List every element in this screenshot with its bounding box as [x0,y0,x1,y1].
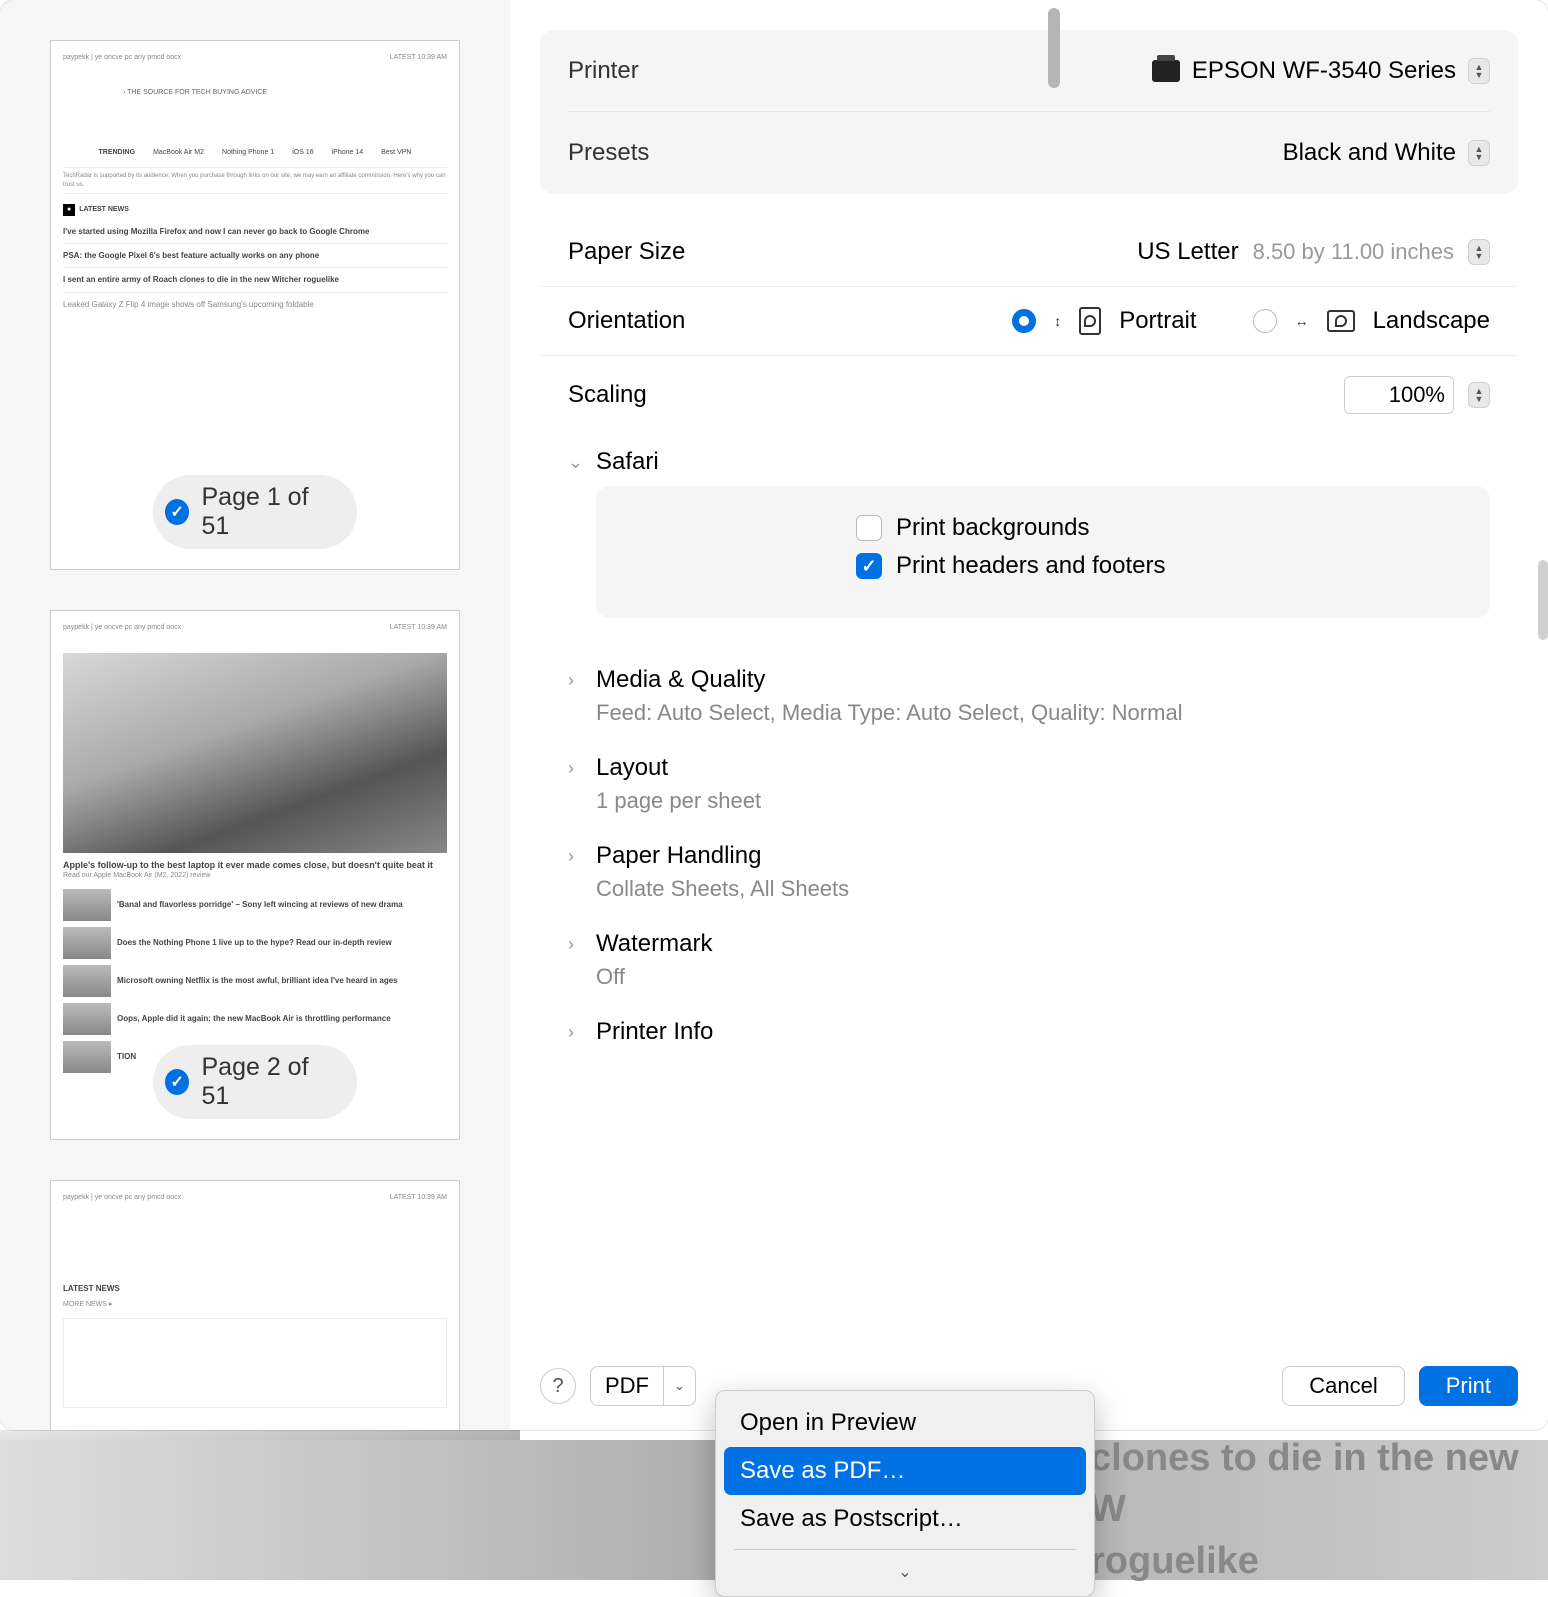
page-1-label: Page 1 of 51 [201,483,335,541]
check-icon [165,499,189,525]
orientation-row: Orientation ↕ Portrait ↔ Landscape [540,287,1518,356]
print-button[interactable]: Print [1419,1366,1518,1406]
paper-size-row: Paper Size US Letter 8.50 by 11.00 inche… [540,218,1518,287]
pdf-button-label: PDF [591,1373,663,1399]
media-quality-section[interactable]: ›Media & Quality Feed: Auto Select, Medi… [540,652,1518,740]
menu-divider [734,1549,1076,1550]
scaling-stepper[interactable]: ▲▼ [1468,382,1490,408]
portrait-label: Portrait [1119,307,1196,335]
preview-sidebar: paypekk | ye oncve pc any pmcd oocxLATES… [0,0,510,1430]
portrait-radio[interactable] [1012,309,1036,333]
chevron-right-icon: › [568,846,586,867]
top-panel: Printer EPSON WF-3540 Series ▲▼ Presets … [540,30,1518,194]
print-headers-footers-label: Print headers and footers [896,552,1166,580]
landscape-label: Landscape [1373,307,1490,335]
menu-more-chevron[interactable]: ⌄ [724,1556,1086,1588]
landscape-radio[interactable] [1253,309,1277,333]
page-1-badge: Page 1 of 51 [153,475,357,549]
print-backgrounds-checkbox[interactable] [856,515,882,541]
printer-info-section[interactable]: ›Printer Info [540,1004,1518,1060]
main-scrollbar-thumb[interactable] [1538,560,1548,640]
safari-section-header[interactable]: ⌄ Safari [568,448,1490,476]
scaling-input[interactable]: 100% [1344,376,1454,414]
printer-row: Printer EPSON WF-3540 Series ▲▼ [568,30,1490,112]
presets-select-arrows[interactable]: ▲▼ [1468,140,1490,166]
safari-section: ⌄ Safari Print backgrounds Print headers… [540,434,1518,652]
print-headers-footers-checkbox[interactable] [856,553,882,579]
chevron-right-icon: › [568,758,586,779]
presets-row: Presets Black and White ▲▼ [568,112,1490,194]
chevron-right-icon: › [568,934,586,955]
page-thumbnail-2[interactable]: paypekk | ye oncve pc any pmcd oocxLATES… [50,610,460,1140]
presets-label: Presets [568,139,649,167]
chevron-down-icon: ⌄ [568,452,586,473]
printer-value: EPSON WF-3540 Series [1192,57,1456,85]
paper-size-label: Paper Size [568,238,685,266]
chevron-right-icon: › [568,1022,586,1043]
pdf-dropdown-button[interactable]: PDF ⌄ [590,1366,696,1406]
print-backgrounds-label: Print backgrounds [896,514,1089,542]
menu-open-in-preview[interactable]: Open in Preview [724,1399,1086,1447]
safari-label: Safari [596,448,659,476]
printer-label: Printer [568,57,639,85]
scaling-row: Scaling 100% ▲▼ [540,356,1518,434]
presets-value: Black and White [1283,139,1456,167]
sidebar-scrollbar-thumb[interactable] [1048,8,1060,88]
printer-select-arrows[interactable]: ▲▼ [1468,58,1490,84]
cancel-button[interactable]: Cancel [1282,1366,1404,1406]
paper-size-select-arrows[interactable]: ▲▼ [1468,239,1490,265]
page-2-badge: Page 2 of 51 [153,1045,357,1119]
print-dialog: paypekk | ye oncve pc any pmcd oocxLATES… [0,0,1548,1430]
portrait-arrow-icon: ↕ [1054,313,1061,329]
printer-icon [1152,60,1180,82]
help-button[interactable]: ? [540,1368,576,1404]
portrait-icon [1079,307,1101,335]
check-icon [165,1069,189,1095]
page-2-label: Page 2 of 51 [201,1053,335,1111]
watermark-section[interactable]: ›Watermark Off [540,916,1518,1004]
landscape-arrow-icon: ↔ [1295,313,1309,329]
print-settings-panel: Printer EPSON WF-3540 Series ▲▼ Presets … [510,0,1548,1430]
landscape-icon [1327,310,1355,332]
scaling-label: Scaling [568,381,647,409]
layout-section[interactable]: ›Layout 1 page per sheet [540,740,1518,828]
orientation-label: Orientation [568,307,685,335]
menu-save-as-pdf[interactable]: Save as PDF… [724,1447,1086,1495]
menu-save-as-postscript[interactable]: Save as Postscript… [724,1495,1086,1543]
chevron-down-icon: ⌄ [663,1367,695,1405]
page-thumbnail-1[interactable]: paypekk | ye oncve pc any pmcd oocxLATES… [50,40,460,570]
paper-handling-section[interactable]: ›Paper Handling Collate Sheets, All Shee… [540,828,1518,916]
chevron-right-icon: › [568,670,586,691]
paper-size-dims: 8.50 by 11.00 inches [1253,239,1454,265]
page-thumbnail-3[interactable]: paypekk | ye oncve pc any pmcd oocxLATES… [50,1180,460,1430]
paper-size-value: US Letter [1137,238,1238,266]
